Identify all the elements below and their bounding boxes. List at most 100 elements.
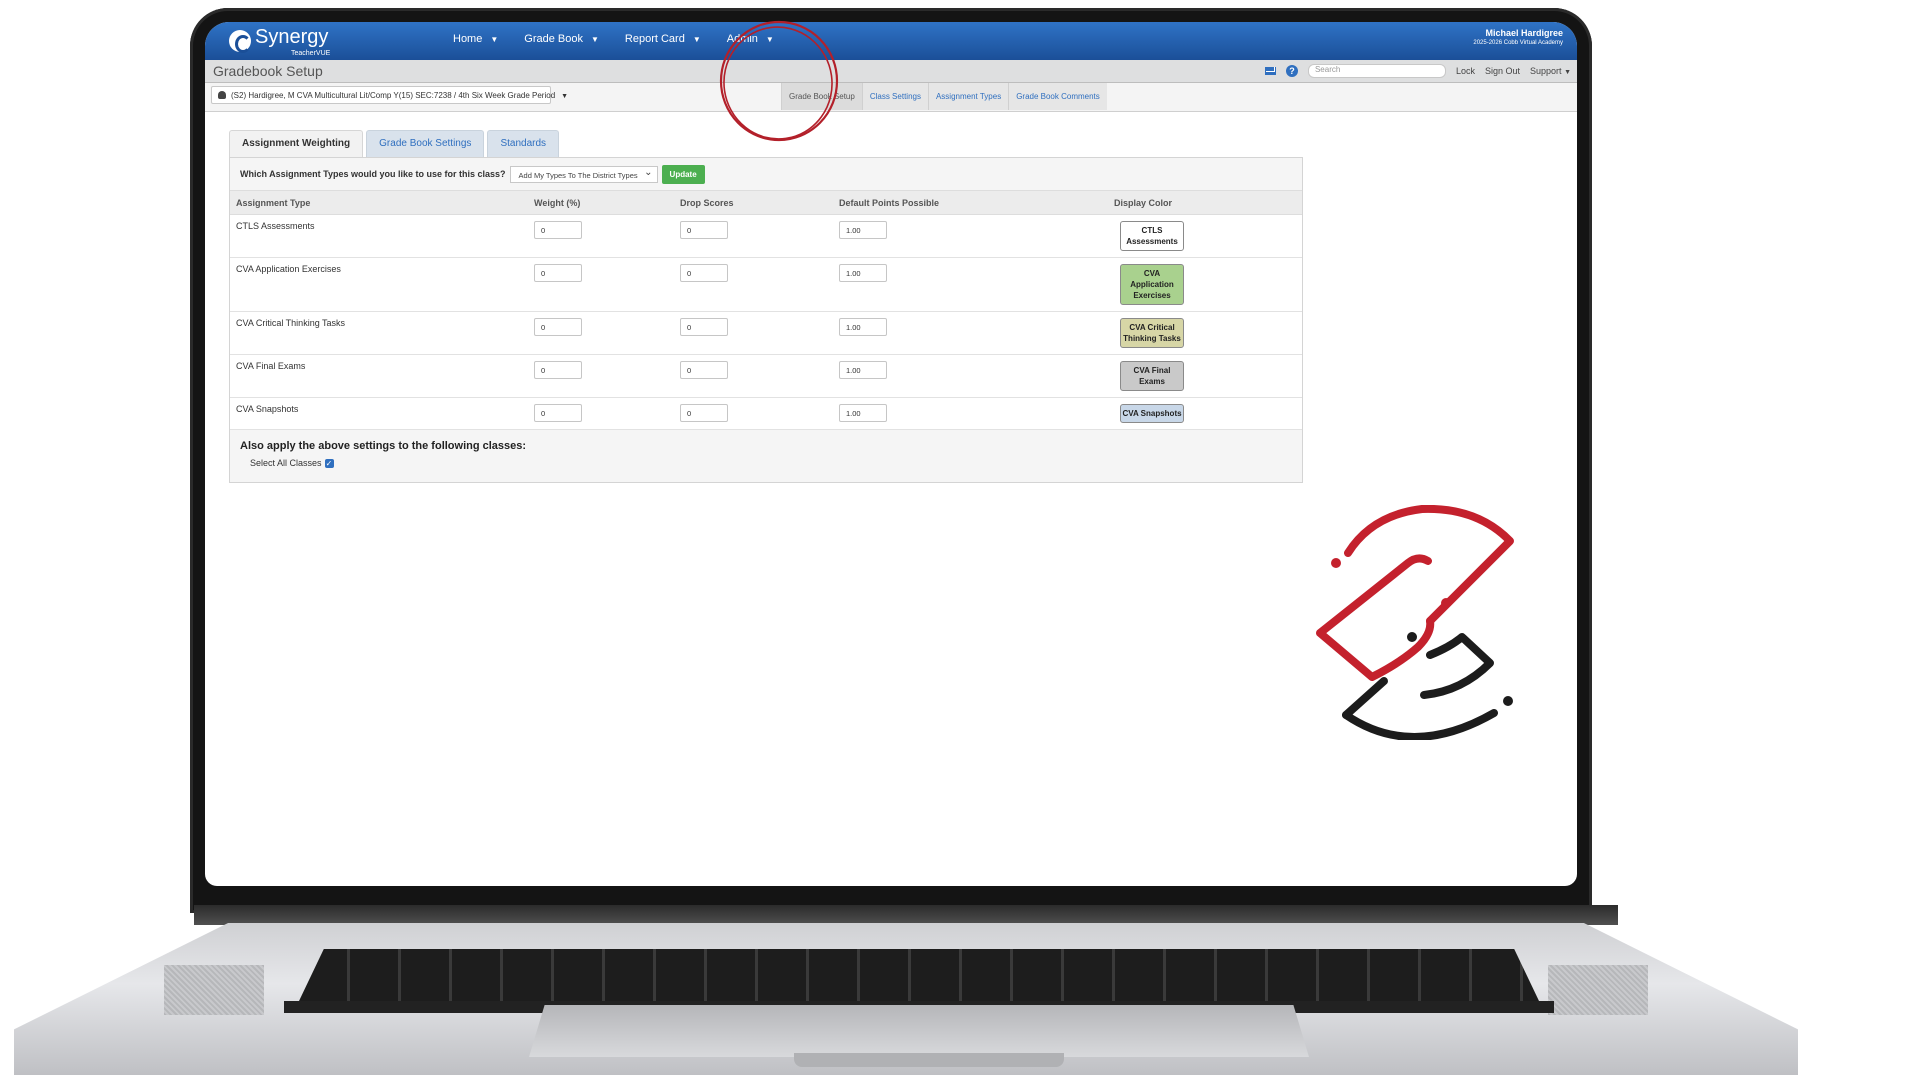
assignment-type-name: CVA Application Exercises — [230, 257, 528, 312]
points-cell: 1.00 — [833, 397, 1108, 430]
nav-report-card[interactable]: Report Card ▼ — [625, 33, 701, 45]
help-icon[interactable]: ? — [1285, 65, 1298, 77]
logo-subtext: TeacherVUE — [291, 50, 331, 57]
points-cell: 1.00 — [833, 354, 1108, 398]
assignment-type-name: CVA Snapshots — [230, 397, 528, 430]
person-icon — [218, 91, 226, 99]
nav-label: Grade Book — [524, 33, 583, 45]
nav-label: Home — [453, 33, 483, 45]
default-points-input[interactable]: 1.00 — [839, 361, 887, 379]
apply-title: Also apply the above settings to the fol… — [240, 440, 527, 452]
display-color-cell: CVA Application Exercises — [1108, 257, 1302, 312]
display-color-cell: CVA Critical Thinking Tasks — [1108, 311, 1302, 355]
table-row: CTLS Assessments 0 0 1.00 CTLS Assessment… — [230, 214, 1302, 258]
assignment-types-select[interactable]: Add My Types To The District Types — [509, 164, 658, 183]
page-header-bar: Gradebook Setup ? Search Lock Sign Out S… — [205, 60, 1577, 83]
assignment-type-question: Which Assignment Types would you like to… — [230, 158, 1302, 191]
default-points-input[interactable]: 1.00 — [839, 264, 887, 282]
display-color-button[interactable]: CVA Critical Thinking Tasks — [1120, 318, 1184, 348]
drop-scores-input[interactable]: 0 — [680, 221, 728, 239]
sign-out-link[interactable]: Sign Out — [1485, 66, 1520, 76]
tab-assignment-types[interactable]: Assignment Types — [927, 83, 1009, 110]
display-color-button[interactable]: CVA Snapshots — [1120, 404, 1184, 423]
nav-grade-book[interactable]: Grade Book ▼ — [524, 33, 599, 45]
assignment-type-name: CTLS Assessments — [230, 214, 528, 258]
page-title: Gradebook Setup — [213, 63, 323, 79]
user-info: Michael Hardigree 2025-2026 Cobb Virtual… — [1473, 28, 1563, 46]
display-color-button[interactable]: CTLS Assessments — [1120, 221, 1184, 251]
main-content: Assignment Weighting Grade Book Settings… — [205, 112, 1577, 483]
display-color-cell: CVA Snapshots — [1108, 397, 1302, 430]
header-display-color: Display Color — [1108, 191, 1302, 215]
logo-text: Synergy — [255, 26, 329, 48]
search-input[interactable]: Search — [1307, 64, 1446, 78]
update-button[interactable]: Update — [661, 164, 705, 184]
laptop-base — [14, 905, 1798, 1075]
select-all-label: Select All Classes — [250, 458, 322, 468]
assignment-weighting-panel: Which Assignment Types would you like to… — [229, 157, 1303, 483]
chevron-down-icon: ▼ — [561, 93, 569, 100]
table-header-row: Assignment Type Weight (%) Drop Scores D… — [230, 191, 1302, 215]
assignment-type-name: CVA Final Exams — [230, 354, 528, 398]
tab-assignment-weighting[interactable]: Assignment Weighting — [229, 130, 364, 157]
tab-standards[interactable]: Standards — [487, 130, 560, 157]
weight-input[interactable]: 0 — [534, 404, 582, 422]
points-cell: 1.00 — [833, 257, 1108, 312]
drop-scores-input[interactable]: 0 — [680, 361, 728, 379]
mail-icon[interactable] — [1264, 67, 1276, 75]
tab-class-settings[interactable]: Class Settings — [861, 83, 928, 110]
class-bar: (S2) Hardigree, M CVA Multicultural Lit/… — [205, 83, 1577, 112]
assignment-type-name: CVA Critical Thinking Tasks — [230, 311, 528, 355]
user-school: 2025-2026 Cobb Virtual Academy — [1473, 40, 1563, 46]
tab-grade-book-comments[interactable]: Grade Book Comments — [1008, 83, 1107, 110]
assignment-types-table: Assignment Type Weight (%) Drop Scores D… — [230, 191, 1302, 430]
select-all-classes[interactable]: Select All Classes ✓ — [250, 458, 1292, 468]
table-row: CVA Application Exercises 0 0 1.00 CVA Ap… — [230, 257, 1302, 312]
class-selector[interactable]: (S2) Hardigree, M CVA Multicultural Lit/… — [211, 86, 568, 104]
nav-home[interactable]: Home ▼ — [453, 33, 498, 45]
display-color-button[interactable]: CVA Application Exercises — [1120, 264, 1184, 305]
synergy-logo-icon — [229, 30, 251, 53]
drop-scores-input[interactable]: 0 — [680, 264, 728, 282]
nav-label: Report Card — [624, 33, 685, 45]
header-default-points: Default Points Possible — [833, 191, 1108, 215]
weight-input[interactable]: 0 — [534, 318, 582, 336]
table-row: CVA Final Exams 0 0 1.00 CVA Final Exams — [230, 354, 1302, 398]
chevron-down-icon: ▼ — [490, 35, 499, 44]
weight-input[interactable]: 0 — [534, 221, 582, 239]
display-color-cell: CTLS Assessments — [1108, 214, 1302, 258]
weight-input[interactable]: 0 — [534, 264, 582, 282]
chevron-down-icon: ▼ — [692, 35, 701, 44]
tab-grade-book-settings[interactable]: Grade Book Settings — [366, 130, 485, 157]
class-selector-value: (S2) Hardigree, M CVA Multicultural Lit/… — [231, 91, 556, 100]
weight-cell: 0 — [528, 354, 674, 398]
top-navigation-bar: Synergy TeacherVUE Home ▼ Grade Book ▼ Rep… — [205, 22, 1577, 60]
display-color-cell: CVA Final Exams — [1108, 354, 1302, 398]
default-points-input[interactable]: 1.00 — [839, 221, 887, 239]
support-menu[interactable]: Support ▼ — [1530, 66, 1571, 76]
drop-scores-cell: 0 — [674, 311, 833, 355]
brand-logo-icon — [1316, 505, 1514, 740]
color-label: Exercises — [1133, 291, 1171, 300]
color-label: CVA Final — [1133, 366, 1171, 375]
laptop-deck — [14, 923, 1798, 1075]
chevron-down-icon: ▼ — [1564, 69, 1571, 76]
color-label: Assessments — [1126, 237, 1178, 246]
default-points-input[interactable]: 1.00 — [839, 404, 887, 422]
points-cell: 1.00 — [833, 214, 1108, 258]
weight-input[interactable]: 0 — [534, 361, 582, 379]
lock-link[interactable]: Lock — [1456, 66, 1475, 76]
drop-scores-input[interactable]: 0 — [680, 318, 728, 336]
annotation-circle — [719, 20, 839, 142]
drop-scores-cell: 0 — [674, 214, 833, 258]
weight-cell: 0 — [528, 311, 674, 355]
question-label: Which Assignment Types would you like to… — [240, 169, 506, 179]
display-color-button[interactable]: CVA Final Exams — [1120, 361, 1184, 391]
drop-scores-input[interactable]: 0 — [680, 404, 728, 422]
drop-scores-cell: 0 — [674, 257, 833, 312]
weight-cell: 0 — [528, 214, 674, 258]
default-points-input[interactable]: 1.00 — [839, 318, 887, 336]
checkbox-checked-icon[interactable]: ✓ — [324, 458, 334, 468]
laptop-hinge — [194, 905, 1618, 925]
header-drop-scores: Drop Scores — [674, 191, 833, 215]
